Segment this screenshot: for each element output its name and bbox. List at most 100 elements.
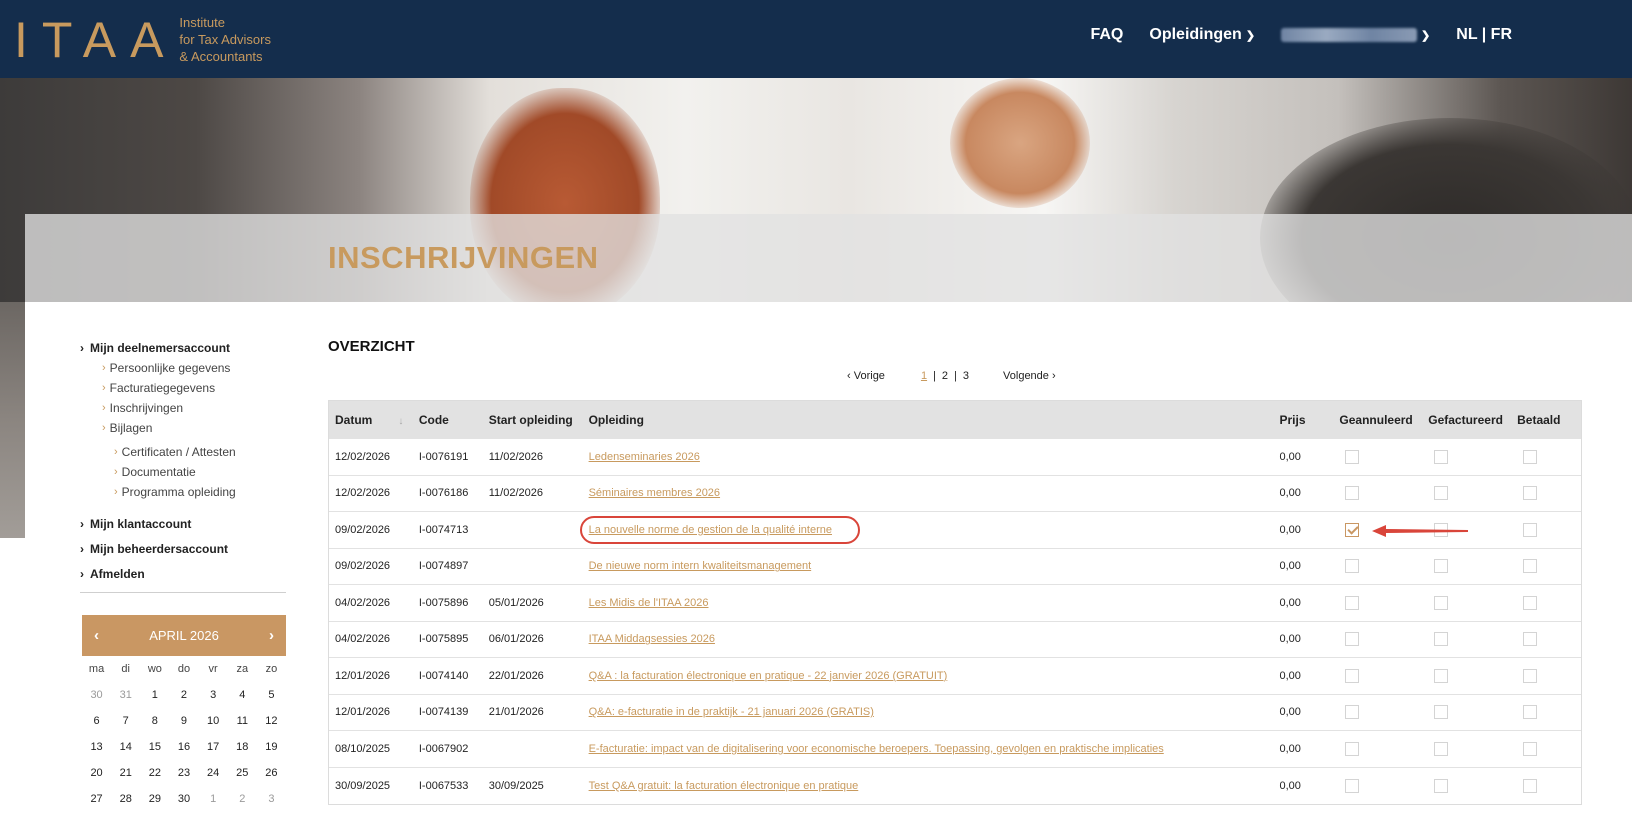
geannuleerd-checkbox[interactable] bbox=[1345, 741, 1360, 756]
sidebar-item-certificaten[interactable]: › Certificaten / Attesten bbox=[80, 442, 286, 462]
calendar-day[interactable]: 28 bbox=[111, 786, 140, 812]
betaald-checkbox[interactable] bbox=[1523, 559, 1538, 574]
opleiding-link[interactable]: Q&A : la facturation électronique en pra… bbox=[589, 670, 948, 682]
column-header-gefactureerd[interactable]: Gefactureerd bbox=[1428, 413, 1517, 427]
column-header-datum[interactable]: Datum ↓ bbox=[329, 413, 419, 427]
calendar-day[interactable]: 6 bbox=[82, 708, 111, 734]
column-header-betaald[interactable]: Betaald bbox=[1517, 413, 1581, 427]
calendar-day[interactable]: 21 bbox=[111, 760, 140, 786]
geannuleerd-checkbox[interactable] bbox=[1345, 778, 1360, 793]
betaald-checkbox[interactable] bbox=[1523, 486, 1538, 501]
calendar-day[interactable]: 9 bbox=[169, 708, 198, 734]
nav-opleidingen[interactable]: Opleidingen ❯ bbox=[1149, 26, 1255, 44]
calendar-day[interactable]: 18 bbox=[228, 734, 257, 760]
calendar-day[interactable]: 3 bbox=[199, 682, 228, 708]
column-header-code[interactable]: Code bbox=[419, 413, 489, 427]
gefactureerd-checkbox[interactable] bbox=[1434, 486, 1449, 501]
calendar-day[interactable]: 14 bbox=[111, 734, 140, 760]
nav-user-menu[interactable]: ❯ bbox=[1281, 28, 1430, 42]
geannuleerd-checkbox[interactable] bbox=[1345, 559, 1360, 574]
calendar-day[interactable]: 22 bbox=[140, 760, 169, 786]
calendar-day[interactable]: 1 bbox=[199, 786, 228, 812]
sidebar-item-afmelden[interactable]: › Afmelden bbox=[80, 564, 286, 584]
sidebar-item-beheerdersaccount[interactable]: › Mijn beheerdersaccount bbox=[80, 539, 286, 559]
opleiding-link[interactable]: E-facturatie: impact van de digitaliseri… bbox=[589, 743, 1164, 755]
language-switch[interactable]: NL | FR bbox=[1456, 26, 1512, 44]
calendar-day[interactable]: 2 bbox=[169, 682, 198, 708]
column-header-prijs[interactable]: Prijs bbox=[1279, 413, 1339, 427]
calendar-day[interactable]: 8 bbox=[140, 708, 169, 734]
calendar-day[interactable]: 10 bbox=[199, 708, 228, 734]
calendar-day[interactable]: 2 bbox=[228, 786, 257, 812]
calendar-day[interactable]: 20 bbox=[82, 760, 111, 786]
calendar-day[interactable]: 7 bbox=[111, 708, 140, 734]
gefactureerd-checkbox[interactable] bbox=[1434, 705, 1449, 720]
calendar-day[interactable]: 4 bbox=[228, 682, 257, 708]
calendar-day[interactable]: 12 bbox=[257, 708, 286, 734]
opleiding-link[interactable]: De nieuwe norm intern kwaliteitsmanageme… bbox=[589, 560, 812, 572]
calendar-day[interactable]: 17 bbox=[199, 734, 228, 760]
gefactureerd-checkbox[interactable] bbox=[1434, 668, 1449, 683]
calendar-day[interactable]: 27 bbox=[82, 786, 111, 812]
calendar-day[interactable]: 16 bbox=[169, 734, 198, 760]
betaald-checkbox[interactable] bbox=[1523, 632, 1538, 647]
betaald-checkbox[interactable] bbox=[1523, 668, 1538, 683]
calendar-day[interactable]: 23 bbox=[169, 760, 198, 786]
opleiding-link[interactable]: ITAA Middagsessies 2026 bbox=[589, 633, 715, 645]
calendar-day[interactable]: 19 bbox=[257, 734, 286, 760]
geannuleerd-checkbox[interactable] bbox=[1345, 449, 1360, 464]
opleiding-link[interactable]: Test Q&A gratuit: la facturation électro… bbox=[589, 780, 859, 792]
sidebar-item-documentatie[interactable]: › Documentatie bbox=[80, 462, 286, 482]
calendar-day[interactable]: 26 bbox=[257, 760, 286, 786]
calendar-day[interactable]: 25 bbox=[228, 760, 257, 786]
pagination-page-2[interactable]: 2 bbox=[942, 370, 948, 382]
pagination-page-3[interactable]: 3 bbox=[963, 370, 969, 382]
betaald-checkbox[interactable] bbox=[1523, 741, 1538, 756]
calendar-day[interactable]: 24 bbox=[199, 760, 228, 786]
calendar-day[interactable]: 1 bbox=[140, 682, 169, 708]
chevron-right-icon[interactable]: › bbox=[269, 627, 274, 644]
nav-faq[interactable]: FAQ bbox=[1090, 26, 1123, 44]
opleiding-link[interactable]: Séminaires membres 2026 bbox=[589, 487, 720, 499]
calendar-day[interactable]: 15 bbox=[140, 734, 169, 760]
pagination-page-1[interactable]: 1 bbox=[921, 370, 927, 382]
gefactureerd-checkbox[interactable] bbox=[1434, 449, 1449, 464]
betaald-checkbox[interactable] bbox=[1523, 778, 1538, 793]
opleiding-link[interactable]: Les Midis de l'ITAA 2026 bbox=[589, 597, 709, 609]
opleiding-link[interactable]: Q&A: e-facturatie in de praktijk - 21 ja… bbox=[589, 706, 874, 718]
pagination-next[interactable]: Volgende › bbox=[1003, 370, 1056, 382]
calendar-day[interactable]: 31 bbox=[111, 682, 140, 708]
calendar-day[interactable]: 11 bbox=[228, 708, 257, 734]
geannuleerd-checkbox[interactable] bbox=[1345, 595, 1360, 610]
geannuleerd-checkbox[interactable] bbox=[1345, 522, 1360, 537]
calendar-day[interactable]: 29 bbox=[140, 786, 169, 812]
gefactureerd-checkbox[interactable] bbox=[1434, 595, 1449, 610]
geannuleerd-checkbox[interactable] bbox=[1345, 632, 1360, 647]
sidebar-item-facturatiegegevens[interactable]: › Facturatiegegevens bbox=[80, 378, 286, 398]
calendar-day[interactable]: 13 bbox=[82, 734, 111, 760]
geannuleerd-checkbox[interactable] bbox=[1345, 705, 1360, 720]
betaald-checkbox[interactable] bbox=[1523, 705, 1538, 720]
column-header-opleiding[interactable]: Opleiding bbox=[589, 413, 1280, 427]
calendar-day[interactable]: 30 bbox=[169, 786, 198, 812]
sidebar-item-klantaccount[interactable]: › Mijn klantaccount bbox=[80, 514, 286, 534]
geannuleerd-checkbox[interactable] bbox=[1345, 486, 1360, 501]
column-header-geannuleerd[interactable]: Geannuleerd bbox=[1339, 413, 1428, 427]
gefactureerd-checkbox[interactable] bbox=[1434, 778, 1449, 793]
pagination-prev[interactable]: ‹ Vorige bbox=[847, 370, 885, 382]
sidebar-item-persoonlijke-gegevens[interactable]: › Persoonlijke gegevens bbox=[80, 358, 286, 378]
sidebar-item-inschrijvingen[interactable]: › Inschrijvingen bbox=[80, 398, 286, 418]
column-header-start[interactable]: Start opleiding bbox=[489, 413, 589, 427]
opleiding-link[interactable]: Ledenseminaries 2026 bbox=[589, 451, 700, 463]
chevron-left-icon[interactable]: ‹ bbox=[94, 627, 99, 644]
geannuleerd-checkbox[interactable] bbox=[1345, 668, 1360, 683]
betaald-checkbox[interactable] bbox=[1523, 449, 1538, 464]
sidebar-item-deelnemersaccount[interactable]: › Mijn deelnemersaccount bbox=[80, 338, 286, 358]
calendar-day[interactable]: 3 bbox=[257, 786, 286, 812]
betaald-checkbox[interactable] bbox=[1523, 595, 1538, 610]
gefactureerd-checkbox[interactable] bbox=[1434, 632, 1449, 647]
sidebar-item-programma-opleiding[interactable]: › Programma opleiding bbox=[80, 482, 286, 502]
gefactureerd-checkbox[interactable] bbox=[1434, 741, 1449, 756]
itaa-logo[interactable]: ITAA Institute for Tax Advisors & Accoun… bbox=[14, 14, 271, 65]
sidebar-item-bijlagen[interactable]: › Bijlagen bbox=[80, 418, 286, 438]
